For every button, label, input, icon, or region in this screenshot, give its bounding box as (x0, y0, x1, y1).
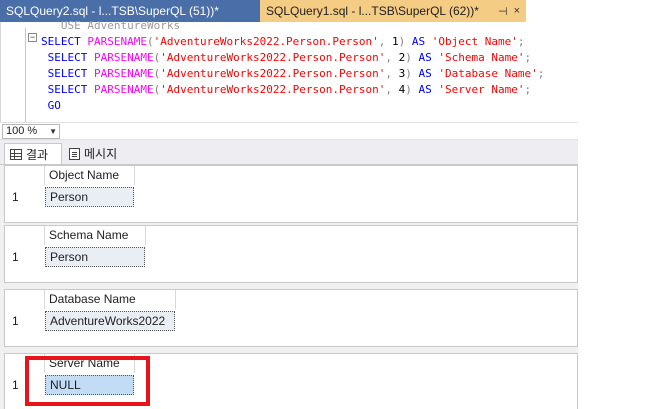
code-line-4: SELECT PARSENAME('AdventureWorks2022.Per… (47, 83, 532, 96)
tab-messages[interactable]: 메시지 (64, 143, 130, 164)
outline-guide (25, 28, 26, 122)
messages-icon (69, 147, 80, 160)
query-editor[interactable]: − USE AdventureWorks SELECT PARSENAME('A… (0, 19, 578, 122)
code-text: USE AdventureWorks SELECT PARSENAME('Adv… (41, 18, 544, 114)
tab-sqlquery2-label: SQLQuery2.sql - l...TSB\SuperQL (51))* (6, 4, 219, 18)
tab-results-label: 결과 (26, 147, 49, 162)
row-header-corner[interactable] (5, 166, 45, 185)
red-highlight-annotation (25, 356, 150, 406)
dropdown-arrow-icon[interactable]: ▼ (49, 125, 57, 138)
tab-messages-label: 메시지 (84, 147, 118, 161)
code-line-1: SELECT PARSENAME('AdventureWorks2022.Per… (41, 35, 525, 48)
pin-icon[interactable]: ⊣ (498, 5, 508, 18)
code-line-cut: USE AdventureWorks (41, 19, 181, 32)
column-header[interactable]: Object Name (45, 166, 135, 185)
zoom-value: 100 % (6, 125, 38, 137)
grid-header: Database Name (5, 290, 176, 309)
zoom-bar: 100 % ▼ (0, 122, 578, 140)
row-header-corner[interactable] (5, 290, 45, 309)
table-row: 1 AdventureWorks2022 (5, 310, 175, 332)
row-number[interactable]: 1 (5, 190, 45, 204)
column-header[interactable]: Schema Name (45, 226, 146, 245)
grid-header: Schema Name (5, 226, 146, 245)
zoom-select[interactable]: 100 % ▼ (2, 124, 60, 139)
row-number[interactable]: 1 (5, 250, 45, 264)
result-cell[interactable]: AdventureWorks2022 (45, 311, 175, 331)
table-row: 1 Person (5, 246, 145, 268)
close-icon[interactable]: × (514, 5, 520, 18)
row-number[interactable]: 1 (5, 314, 45, 328)
code-line-2: SELECT PARSENAME('AdventureWorks2022.Per… (47, 51, 532, 64)
code-line-go: GO (47, 99, 61, 112)
result-grid-object-name[interactable]: Object Name 1 Person (4, 165, 578, 223)
tab-sqlquery1-label: SQLQuery1.sql - l...TSB\SuperQL (62))* (266, 4, 479, 18)
grid-header: Object Name (5, 166, 135, 185)
result-tab-strip: 결과 메시지 (0, 140, 578, 165)
grid-icon (10, 148, 22, 160)
result-cell[interactable]: Person (45, 187, 134, 207)
column-header[interactable]: Database Name (45, 290, 176, 309)
table-row: 1 Person (5, 186, 134, 208)
result-grid-database-name[interactable]: Database Name 1 AdventureWorks2022 (4, 289, 578, 347)
tab-results[interactable]: 결과 (4, 143, 62, 164)
result-cell[interactable]: Person (45, 247, 145, 267)
row-header-corner[interactable] (5, 226, 45, 245)
code-line-3: SELECT PARSENAME('AdventureWorks2022.Per… (47, 67, 545, 80)
collapse-icon[interactable]: − (28, 33, 37, 42)
result-grid-schema-name[interactable]: Schema Name 1 Person (4, 225, 578, 283)
